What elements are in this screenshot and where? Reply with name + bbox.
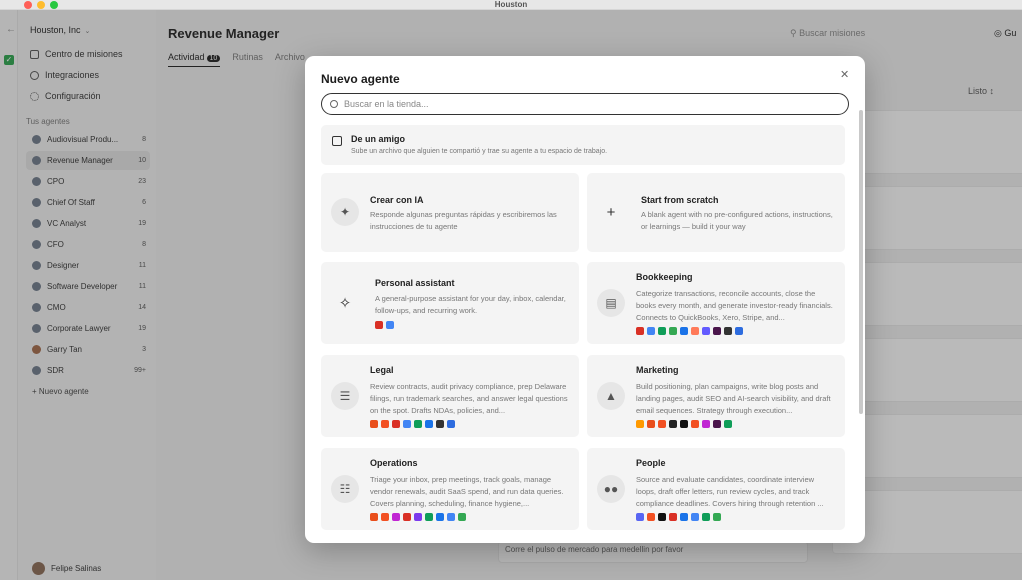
app-icon: [370, 420, 378, 428]
sheets-icon: [713, 513, 721, 521]
window-title: Houston: [494, 0, 528, 9]
sheets-icon: [669, 327, 677, 335]
modal-scrollbar[interactable]: [859, 110, 863, 414]
integration-icons: [370, 513, 466, 521]
gmail-icon: [669, 513, 677, 521]
modal-title: Nuevo agente: [321, 72, 400, 86]
drive-icon: [724, 420, 732, 428]
card-title: People: [636, 458, 666, 468]
amazon-icon: [636, 420, 644, 428]
store-search-input[interactable]: [344, 99, 824, 109]
card-title: Legal: [370, 365, 394, 375]
legal-card[interactable]: ☰ Legal Review contracts, audit privacy …: [321, 355, 579, 437]
card-description: Source and evaluate candidates, coordina…: [636, 475, 824, 508]
people-card[interactable]: ●● People Source and evaluate candidates…: [587, 448, 845, 530]
app-icon: [658, 420, 666, 428]
card-description: Triage your inbox, prep meetings, track …: [370, 475, 564, 508]
app-icon: [392, 513, 400, 521]
app-icon: [702, 420, 710, 428]
create-with-ai-card[interactable]: ✦ Crear con IA Responde algunas pregunta…: [321, 173, 579, 252]
notion-icon: [436, 420, 444, 428]
drive-icon: [658, 327, 666, 335]
calendar-icon: [436, 513, 444, 521]
xero-icon: [735, 327, 743, 335]
gmail-icon: [636, 327, 644, 335]
integration-icons: [370, 420, 455, 428]
stripe-icon: [702, 327, 710, 335]
gmail-icon: [392, 420, 400, 428]
window-titlebar: Houston: [0, 0, 1022, 10]
card-title: Personal assistant: [375, 278, 455, 288]
store-search[interactable]: [321, 93, 849, 115]
card-description: A blank agent with no pre-configured act…: [641, 210, 833, 231]
github-icon: [658, 513, 666, 521]
gift-icon: [332, 136, 342, 146]
drive-icon: [414, 420, 422, 428]
app-icon: [647, 513, 655, 521]
calendar-icon: [386, 321, 394, 329]
gmail-icon: [403, 513, 411, 521]
card-description: Build positioning, plan campaigns, write…: [636, 382, 831, 415]
marketing-card[interactable]: ▲ Marketing Build positioning, plan camp…: [587, 355, 845, 437]
integration-icons: [636, 327, 743, 335]
slack-icon: [713, 327, 721, 335]
app-icon: [370, 513, 378, 521]
app-icon: [381, 513, 389, 521]
docs-icon: [447, 513, 455, 521]
bookkeeping-card[interactable]: ▤ Bookkeeping Categorize transactions, r…: [587, 262, 845, 344]
card-title: Operations: [370, 458, 418, 468]
search-icon: [330, 100, 338, 108]
app-icon: [669, 420, 677, 428]
calendar-icon: [425, 420, 433, 428]
app-icon: [447, 420, 455, 428]
ledger-icon: ▤: [597, 289, 625, 317]
discord-icon: [636, 513, 644, 521]
sparkle-icon: ✦: [331, 198, 359, 226]
friend-description: Sube un archivo que alguien te compartió…: [351, 148, 608, 155]
app-icon: [691, 420, 699, 428]
new-agent-modal: Nuevo agente ✕ De un amigo Sube un archi…: [305, 56, 865, 543]
docs-icon: [691, 513, 699, 521]
docs-icon: [647, 327, 655, 335]
personal-assistant-card[interactable]: ✧ Personal assistant A general-purpose a…: [321, 262, 579, 344]
document-icon: ☰: [331, 382, 359, 410]
drive-icon: [702, 513, 710, 521]
card-title: Bookkeeping: [636, 272, 693, 282]
people-icon: ●●: [597, 475, 625, 503]
slack-icon: [713, 420, 721, 428]
clipboard-icon: ☷: [331, 475, 359, 503]
card-description: Categorize transactions, reconcile accou…: [636, 289, 833, 322]
card-description: A general-purpose assistant for your day…: [375, 294, 566, 315]
gmail-icon: [375, 321, 383, 329]
integration-icons: [375, 321, 394, 329]
card-title: Marketing: [636, 365, 679, 375]
card-description: Responde algunas preguntas rápidas y esc…: [370, 210, 557, 231]
start-from-scratch-card[interactable]: + Start from scratch A blank agent with …: [587, 173, 845, 252]
operations-card[interactable]: ☷ Operations Triage your inbox, prep mee…: [321, 448, 579, 530]
app-icon: [680, 420, 688, 428]
calendar-icon: [680, 327, 688, 335]
calendar-icon: [680, 513, 688, 521]
card-title: Crear con IA: [370, 195, 424, 205]
friend-title: De un amigo: [351, 134, 406, 144]
megaphone-icon: ▲: [597, 382, 625, 410]
integration-icons: [636, 420, 732, 428]
card-title: Start from scratch: [641, 195, 719, 205]
card-description: Review contracts, audit privacy complian…: [370, 382, 568, 415]
integration-icons: [636, 513, 721, 521]
hubspot-icon: [691, 327, 699, 335]
plus-icon: +: [606, 203, 616, 221]
assistant-icon: ✧: [338, 295, 352, 312]
app-icon: [381, 420, 389, 428]
app-icon: [647, 420, 655, 428]
app-icon: [414, 513, 422, 521]
docs-icon: [403, 420, 411, 428]
sheets-icon: [458, 513, 466, 521]
close-icon[interactable]: ✕: [840, 68, 849, 81]
drive-icon: [425, 513, 433, 521]
notion-icon: [724, 327, 732, 335]
import-from-friend-option[interactable]: De un amigo Sube un archivo que alguien …: [321, 125, 845, 165]
